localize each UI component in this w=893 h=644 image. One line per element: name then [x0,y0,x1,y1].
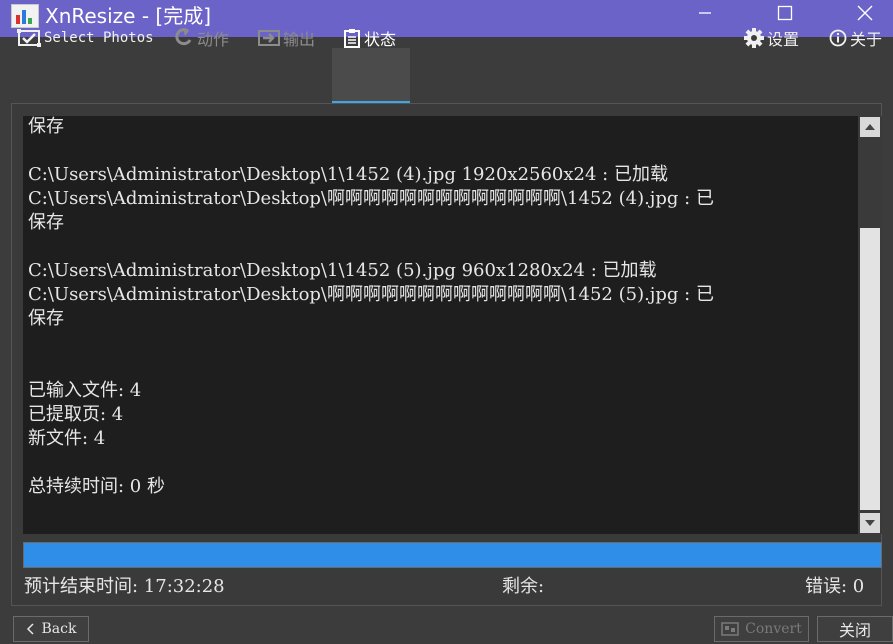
tab-output-label: 输出 [283,30,316,49]
log-text: 保存 C:\Users\Administrator\Desktop\1\1452… [28,116,714,497]
close-label: 关闭 [838,621,871,640]
back-label: Back [41,621,77,637]
info-icon [829,29,847,47]
eta-text: 预计结束时间: 17:32:28 [24,576,225,597]
close-window-button[interactable] [836,0,893,26]
scroll-thumb[interactable] [860,228,880,510]
arrow-down-icon [865,520,875,526]
tab-action[interactable]: 动作 [174,26,229,50]
close-button[interactable]: 关闭 [817,616,893,642]
minimize-button[interactable] [676,0,734,26]
arrow-up-icon [865,124,875,130]
close-icon [857,5,873,21]
errors-text: 错误: 0 [805,576,865,597]
scroll-up-button[interactable] [860,117,880,137]
back-button[interactable]: Back [13,616,89,642]
action-icon [174,28,194,48]
maximize-icon [777,5,793,21]
minimize-icon [699,12,711,14]
settings-label: 设置 [767,30,800,49]
tab-status[interactable]: 状态 [343,26,396,50]
progress-fill [24,543,881,567]
log-scrollbar[interactable] [859,116,882,534]
chevron-left-icon [26,623,34,635]
progress-bar [23,542,882,568]
convert-label: Convert [745,621,802,637]
tab-action-label: 动作 [197,30,230,49]
gear-icon [744,28,764,48]
log-output[interactable]: 保存 C:\Users\Administrator\Desktop\1\1452… [23,116,858,534]
tab-output[interactable]: 输出 [258,26,315,50]
convert-icon [721,622,739,636]
scroll-down-button[interactable] [860,513,880,533]
tab-select-photos[interactable]: Select Photos [17,26,154,50]
app-icon [11,4,39,28]
tab-status-label: 状态 [364,30,397,49]
tab-select-photos-label: Select Photos [44,30,154,46]
about-label: 关于 [850,30,883,49]
remaining-text: 剩余: [502,576,545,597]
about-button[interactable]: 关于 [829,26,882,50]
window-title: XnResize - [完成] [45,4,211,28]
output-icon [258,30,280,46]
clipboard-icon [343,28,361,48]
maximize-button[interactable] [756,0,814,26]
tab-status-highlight [332,48,410,103]
select-photos-icon [17,29,41,47]
settings-button[interactable]: 设置 [744,26,799,50]
convert-button[interactable]: Convert [714,616,809,642]
